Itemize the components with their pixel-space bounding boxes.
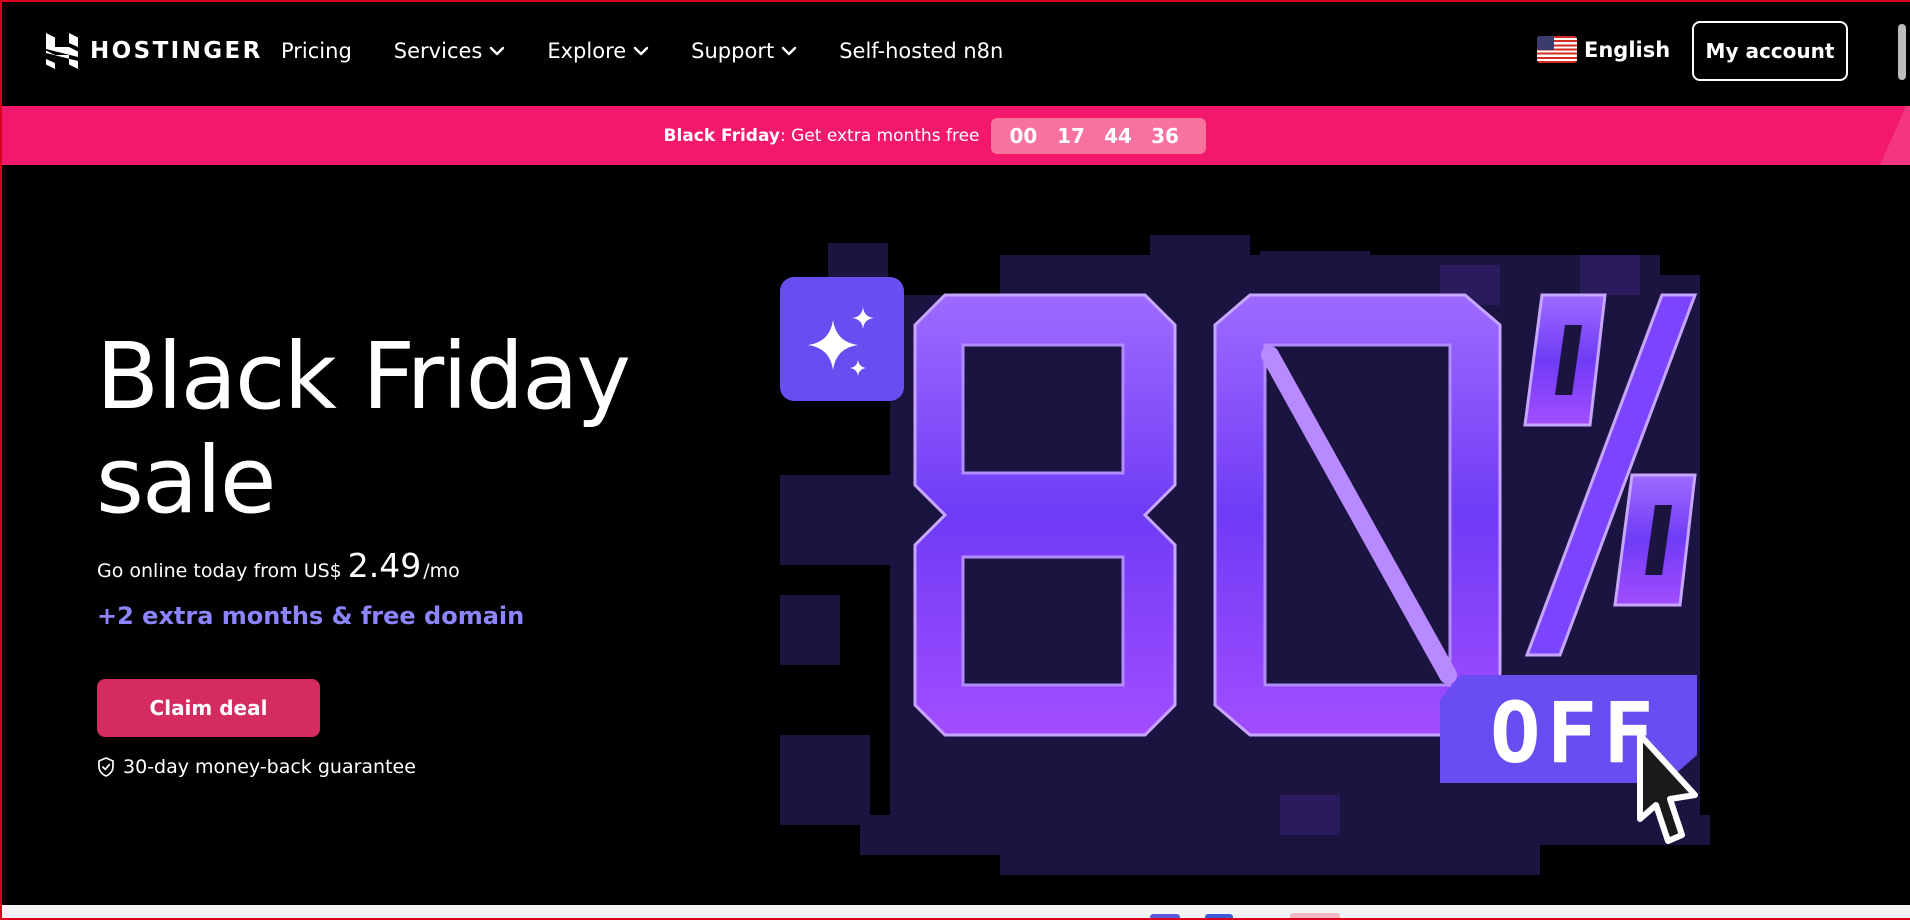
timer-seconds: 36: [1151, 123, 1179, 148]
promo-banner[interactable]: Black Friday: Get extra months free 00 1…: [0, 106, 1910, 165]
chevron-down-icon: [633, 46, 649, 56]
timer-hours: 17: [1057, 123, 1085, 148]
nav-item-services[interactable]: Services: [394, 39, 506, 63]
hostinger-logo-icon: [46, 33, 78, 69]
chevron-down-icon: [490, 46, 505, 56]
hero-title-line2: sale: [96, 427, 276, 534]
graphic-digit-zero: [1213, 293, 1502, 737]
us-flag-icon: [1537, 36, 1577, 63]
chevron-down-icon: [781, 46, 797, 56]
my-account-button[interactable]: My account: [1692, 21, 1848, 81]
countdown-timer: 00 17 44 36: [991, 117, 1207, 154]
nav-label: Services: [393, 39, 483, 63]
hero-title: Black Friday sale: [96, 325, 656, 533]
timer-days: 00: [1009, 123, 1038, 148]
hero-section: Black Friday sale Go online today from U…: [0, 165, 1910, 905]
money-back-guarantee: 30-day money-back guarantee: [97, 756, 416, 778]
shield-check-icon: [98, 757, 114, 777]
price-value: 2.49: [347, 546, 422, 585]
scrollbar-thumb[interactable]: [1898, 24, 1906, 80]
hostinger-logo[interactable]: HOSTINGER: [46, 33, 263, 69]
discount-graphic: OFF: [780, 235, 1710, 875]
nav-item-pricing[interactable]: Pricing: [281, 39, 352, 63]
hero-title-line1: Black Friday: [96, 323, 631, 430]
claim-deal-button[interactable]: Claim deal: [97, 679, 320, 737]
promo-bold: Black Friday: [663, 125, 781, 146]
language-label: English: [1584, 37, 1671, 62]
sparkles-icon: [780, 277, 904, 401]
bottom-strip: [0, 905, 1910, 920]
promo-decoration: [1880, 106, 1910, 165]
graphic-off-text: OFF: [1490, 684, 1660, 782]
language-selector[interactable]: English: [1537, 36, 1670, 63]
promo-text: Black Friday: Get extra months free: [664, 126, 980, 146]
price-line: Go online today from US$ 2.49 /mo: [97, 546, 460, 585]
guarantee-text: 30-day money-back guarantee: [123, 756, 416, 778]
logo-text: HOSTINGER: [90, 38, 263, 64]
main-nav: Pricing Services Explore Support Self-ho…: [281, 37, 1045, 65]
promo-rest: : Get extra months free: [780, 125, 980, 146]
site-header: HOSTINGER Pricing Services Explore Suppo…: [0, 0, 1910, 106]
nav-item-support[interactable]: Support: [691, 39, 797, 63]
nav-label: Support: [691, 39, 775, 63]
price-prefix: Go online today from US$: [97, 560, 342, 582]
extra-offer: +2 extra months & free domain: [97, 602, 525, 630]
nav-label: Self-hosted n8n: [839, 39, 1004, 63]
graphic-digit-eight: [913, 293, 1177, 737]
nav-item-self-hosted-n8n[interactable]: Self-hosted n8n: [839, 39, 1003, 63]
timer-minutes: 44: [1104, 123, 1132, 148]
nav-item-explore[interactable]: Explore: [547, 39, 649, 63]
price-suffix: /mo: [423, 560, 460, 582]
nav-label: Explore: [547, 39, 627, 63]
nav-label: Pricing: [281, 39, 352, 63]
